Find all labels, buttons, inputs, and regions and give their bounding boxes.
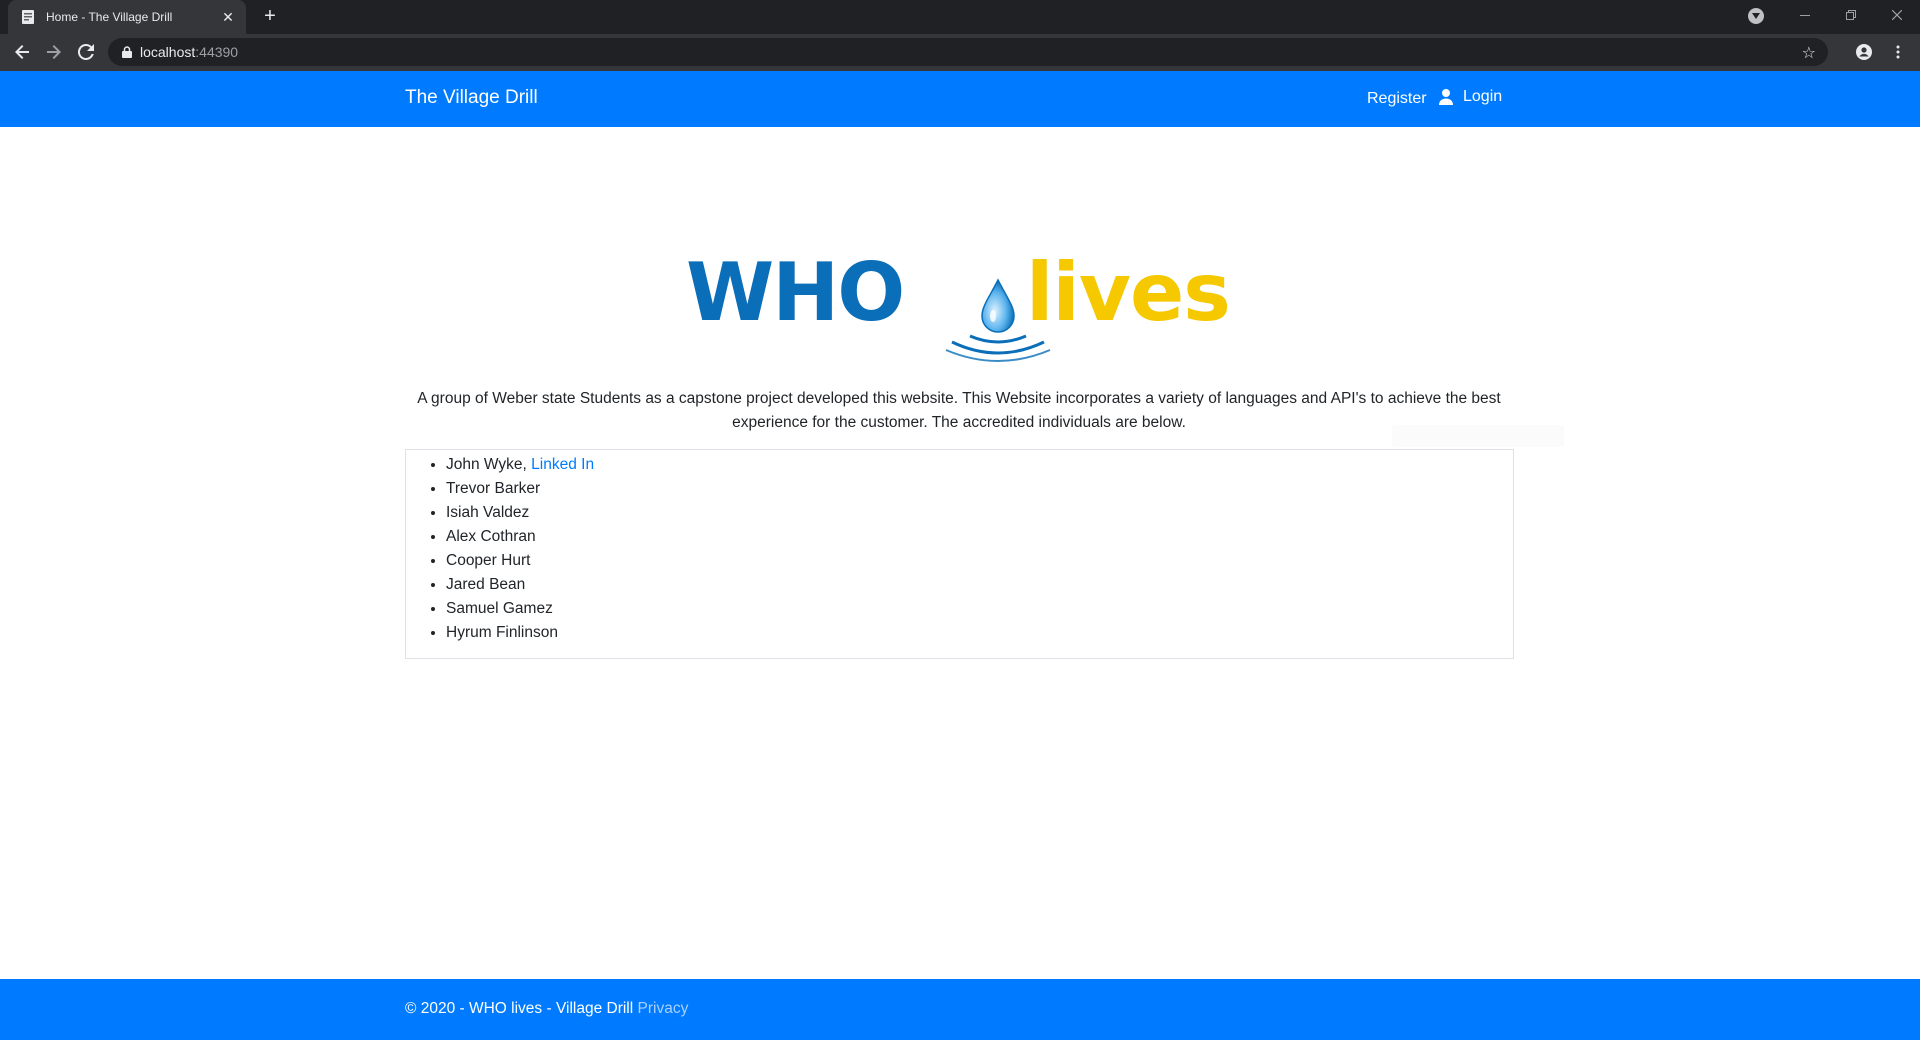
url-host: localhost (140, 44, 196, 60)
browser-toolbar: localhost:44390 ☆ (0, 34, 1920, 71)
list-item: Hyrum Finlinson (446, 621, 594, 645)
logo-who-text: WHO (686, 246, 905, 339)
site-footer: © 2020 - WHO lives - Village Drill Priva… (0, 979, 1920, 1040)
register-link[interactable]: Register (1367, 90, 1427, 108)
list-item: Samuel Gamez (446, 597, 594, 621)
list-item: John Wyke, Linked In (446, 453, 594, 477)
team-box: John Wyke, Linked In Trevor Barker Isiah… (405, 449, 1514, 659)
kebab-menu-icon[interactable] (1886, 40, 1910, 64)
tab-title: Home - The Village Drill (46, 10, 173, 24)
copyright-text: © 2020 - WHO lives - Village Drill (405, 1000, 634, 1017)
who-lives-logo: WHO lives (686, 248, 1236, 363)
profile-icon[interactable] (1852, 40, 1876, 64)
tab-close-icon[interactable]: ✕ (220, 9, 236, 26)
list-item: Trevor Barker (446, 477, 594, 501)
new-tab-button[interactable]: + (258, 6, 282, 28)
list-item: Jared Bean (446, 573, 594, 597)
back-arrow-icon[interactable] (10, 40, 34, 64)
team-member-name: John Wyke, (446, 456, 527, 473)
list-item: Alex Cothran (446, 525, 594, 549)
list-item: Cooper Hurt (446, 549, 594, 573)
url-port: :44390 (195, 44, 239, 60)
lock-icon (122, 46, 132, 58)
reload-icon[interactable] (74, 40, 98, 64)
browser-tab[interactable]: Home - The Village Drill ✕ (8, 0, 246, 34)
privacy-link[interactable]: Privacy (638, 1000, 689, 1017)
logo-lives-text: lives (1026, 246, 1231, 339)
faint-overlay (1392, 425, 1564, 447)
minimize-icon[interactable] (1782, 0, 1828, 30)
user-icon (1439, 89, 1453, 105)
site-navbar: The Village Drill Register Login (0, 71, 1920, 127)
brand-link[interactable]: The Village Drill (405, 87, 538, 109)
page-favicon-icon (20, 9, 36, 25)
forward-arrow-icon[interactable] (42, 40, 66, 64)
close-window-icon[interactable] (1874, 0, 1920, 30)
bookmark-star-icon[interactable]: ☆ (1802, 43, 1816, 63)
team-list: John Wyke, Linked In Trevor Barker Isiah… (446, 453, 594, 645)
footer-text: © 2020 - WHO lives - Village Drill Priva… (405, 1000, 688, 1018)
browser-tabstrip: Home - The Village Drill ✕ + (0, 0, 1920, 34)
list-item: Isiah Valdez (446, 501, 594, 525)
intro-paragraph: A group of Weber state Students as a cap… (417, 390, 1501, 431)
tab-search-icon[interactable] (1748, 8, 1764, 24)
login-link[interactable]: Login (1439, 88, 1502, 106)
address-bar[interactable]: localhost:44390 ☆ (108, 38, 1828, 66)
linkedin-link[interactable]: Linked In (531, 456, 594, 473)
login-label: Login (1463, 88, 1503, 105)
window-controls (1782, 0, 1920, 30)
restore-icon[interactable] (1828, 0, 1874, 30)
